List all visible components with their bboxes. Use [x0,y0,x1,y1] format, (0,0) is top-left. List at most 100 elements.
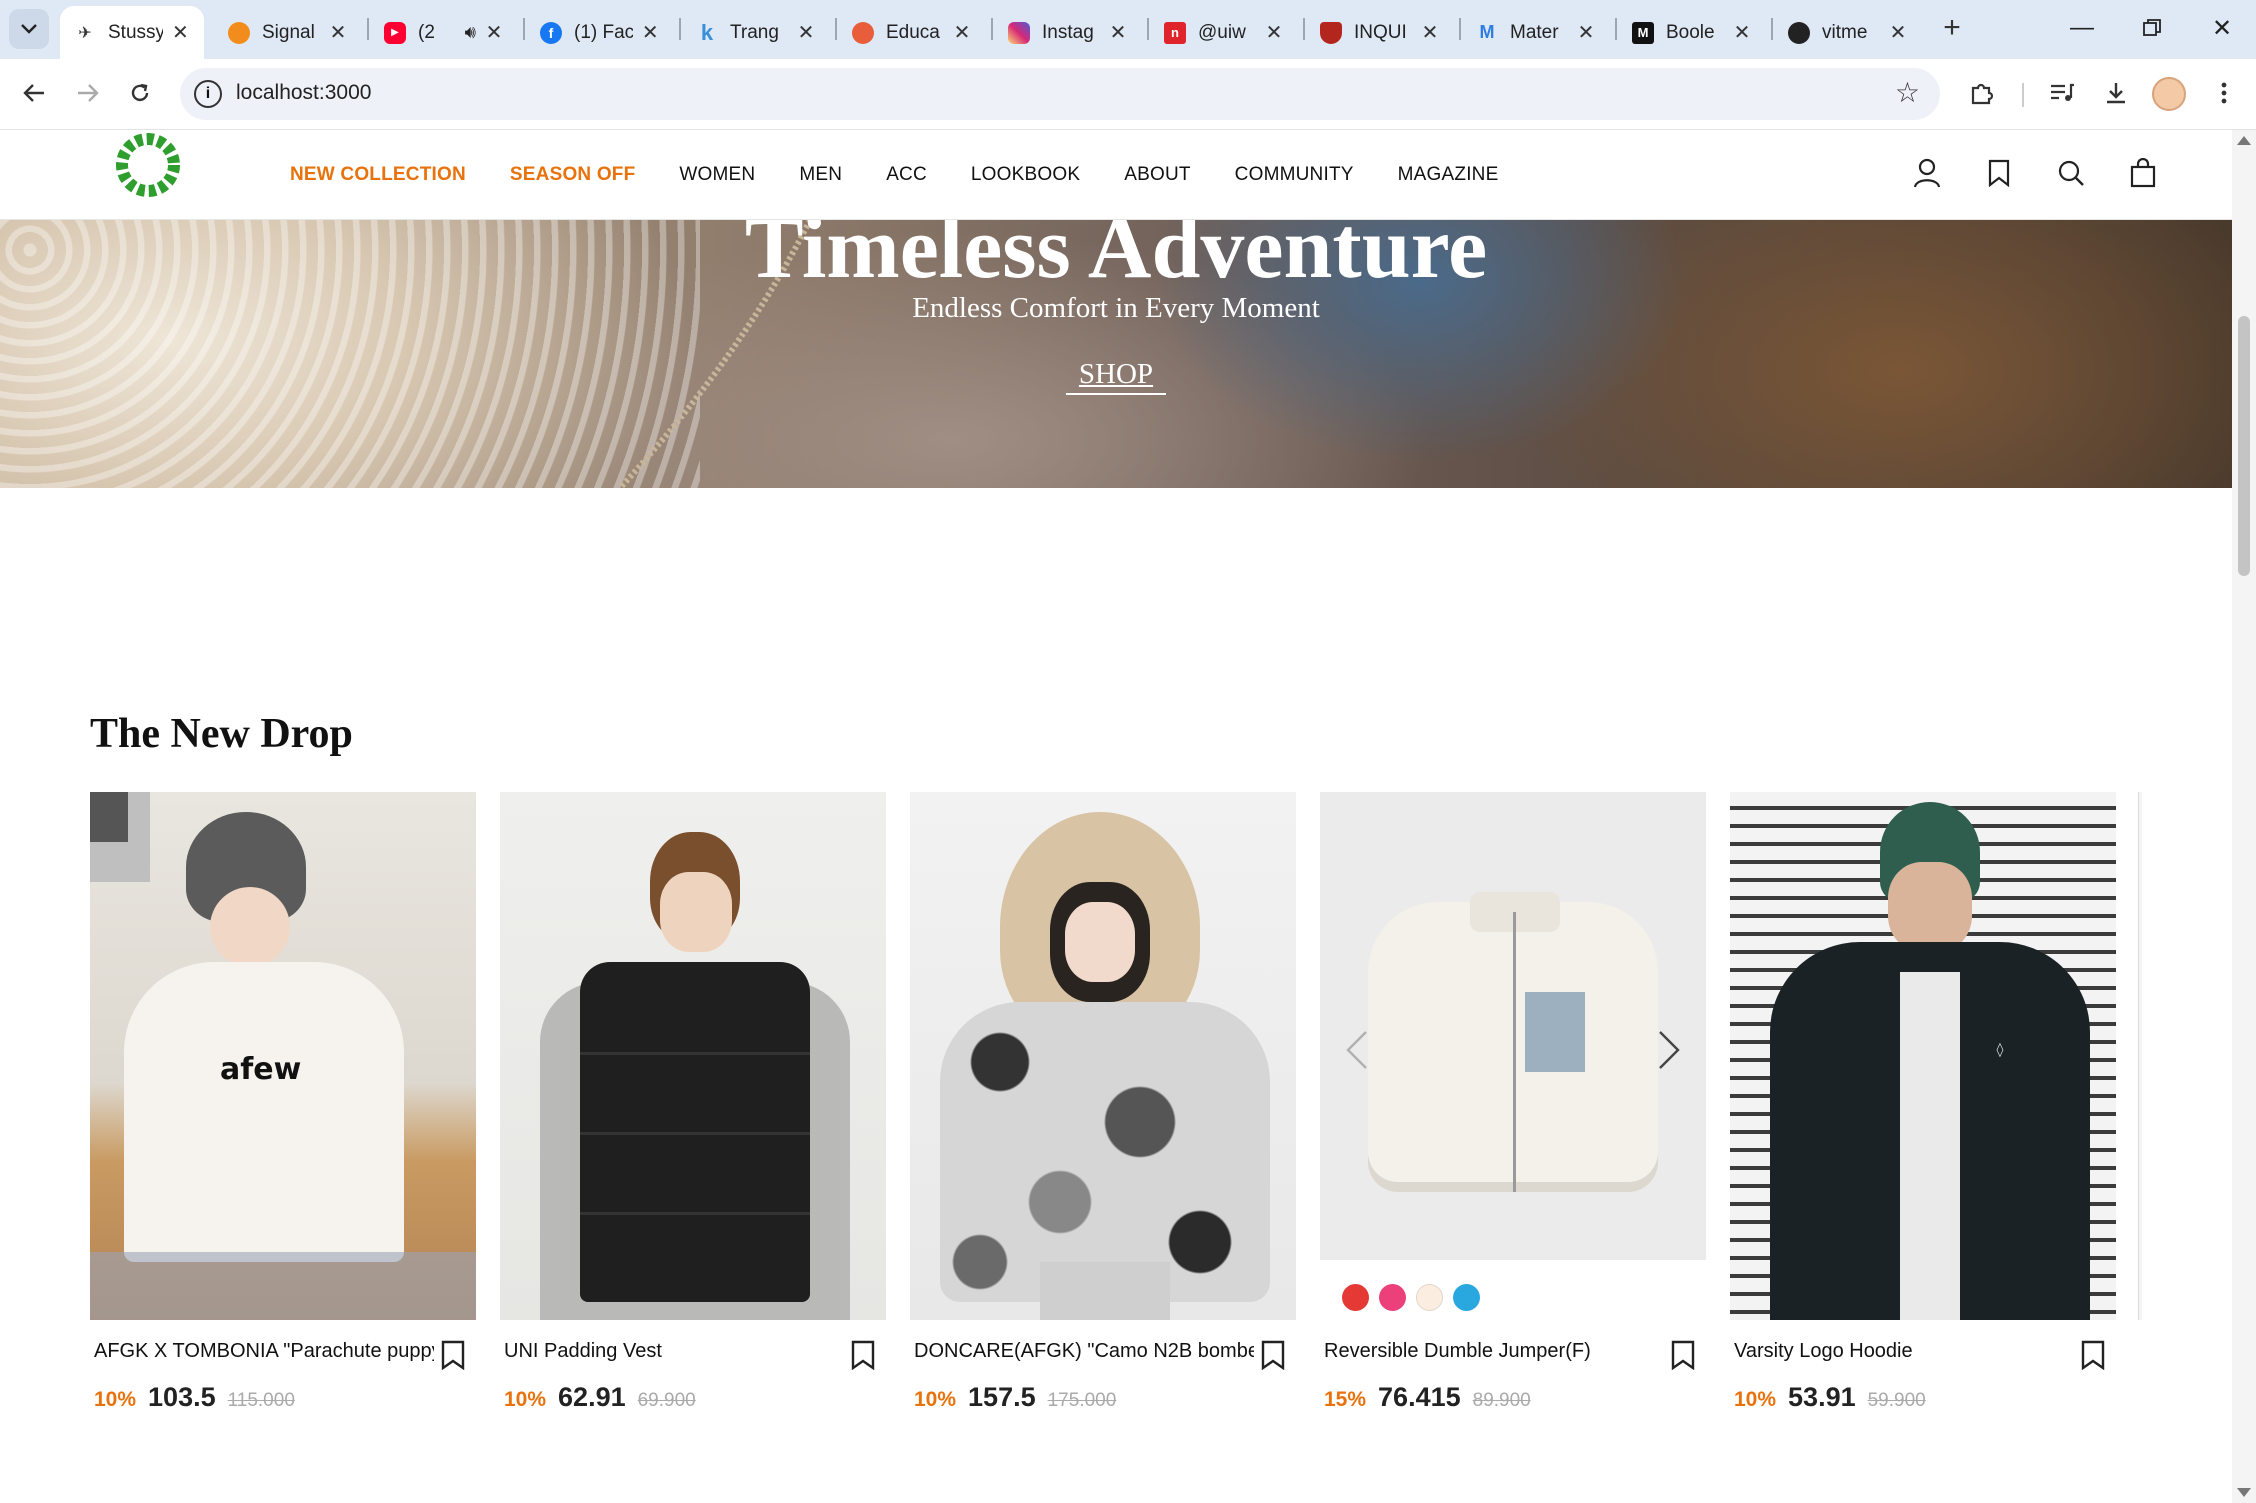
back-button[interactable] [14,73,54,113]
tab-title: vitme [1822,21,1868,43]
sale-price: 157.5 [968,1382,1036,1412]
restore-button[interactable] [2132,8,2172,48]
extensions-button[interactable] [1962,73,2002,113]
tab-education[interactable]: Educa ✕ [838,6,986,59]
tab-instagram[interactable]: Instag ✕ [994,6,1142,59]
reload-button[interactable] [120,73,160,113]
close-icon[interactable]: ✕ [1108,20,1128,45]
speaker-icon[interactable]: 🔊︎ [465,22,476,43]
bookmark-icon[interactable] [1260,1340,1286,1370]
scroll-down-icon[interactable] [2237,1488,2251,1497]
product-name[interactable]: DONCARE(AFGK) "Camo N2B bomber j [914,1340,1254,1363]
color-swatch-cream[interactable] [1416,1284,1443,1311]
price-row: 15% 76.415 89.900 [1324,1382,1531,1413]
reload-icon [131,83,149,102]
bookmark-icon[interactable] [1670,1340,1696,1370]
close-icon[interactable]: ✕ [1264,20,1284,45]
bookmark-star-icon[interactable]: ☆ [1895,76,1920,109]
tab-title: Signal [262,21,315,43]
tab-signal[interactable]: Signal ✕ [214,6,362,59]
tab-separator [679,18,681,40]
page-scrollbar[interactable] [2232,130,2256,1503]
nav-about[interactable]: ABOUT [1124,164,1190,186]
product-name[interactable]: Reversible Dumble Jumper(F) [1324,1340,1664,1363]
close-icon[interactable]: ✕ [1732,20,1752,45]
nav-lookbook[interactable]: LOOKBOOK [971,164,1080,186]
product-name[interactable]: Varsity Logo Hoodie [1734,1340,2074,1363]
chevron-left-icon[interactable] [1342,1028,1372,1072]
nav-season-off[interactable]: SEASON OFF [510,164,636,186]
close-icon[interactable]: ✕ [484,20,504,45]
url-text[interactable]: localhost:3000 [236,81,371,105]
site-header: NEW COLLECTION SEASON OFF WOMEN MEN ACC … [0,130,2232,220]
profile-avatar[interactable] [2152,77,2186,111]
close-icon[interactable]: ✕ [1420,20,1440,45]
product-card[interactable]: ◊ Varsity Logo Hoodie 10% 53.91 59.900 [1730,792,2116,1452]
tab-youtube[interactable]: ▶ (2 🔊︎ ✕ [370,6,518,59]
product-image[interactable]: afew [90,792,476,1320]
tab-search-button[interactable] [9,9,49,49]
close-icon[interactable]: ✕ [328,20,348,45]
color-swatch-blue[interactable] [1453,1284,1480,1311]
address-bar[interactable]: i localhost:3000 ☆ [180,68,1940,120]
nav-magazine[interactable]: MAGAZINE [1398,164,1499,186]
puzzle-icon [1971,83,1994,105]
product-image[interactable] [1320,792,1706,1320]
wishlist-button[interactable] [1982,156,2016,190]
product-name[interactable]: AFGK X TOMBONIA "Parachute puppy [94,1340,434,1363]
brand-logo[interactable] [110,130,186,200]
nav-community[interactable]: COMMUNITY [1235,164,1354,186]
close-icon[interactable]: ✕ [1576,20,1596,45]
product-image[interactable]: ◊ [1730,792,2116,1320]
tab-facebook[interactable]: f (1) Fac ✕ [526,6,674,59]
forward-button[interactable] [68,73,108,113]
close-icon[interactable]: ✕ [796,20,816,45]
color-swatch-red[interactable] [1342,1284,1369,1311]
nav-men[interactable]: MEN [799,164,842,186]
instagram-icon [1008,21,1030,44]
chevron-right-icon[interactable] [1654,1028,1684,1072]
browser-menu-button[interactable] [2204,73,2244,113]
nav-new-collection[interactable]: NEW COLLECTION [290,164,466,186]
scroll-up-icon[interactable] [2237,136,2251,145]
close-window-button[interactable]: ✕ [2202,8,2242,48]
tab-uiw[interactable]: n @uiw ✕ [1150,6,1298,59]
toolbar-divider [2022,83,2024,107]
bookmark-icon[interactable] [440,1340,466,1370]
product-carousel: afew AFGK X TOMBONIA "Parachute puppy 10… [90,792,2142,1452]
product-name[interactable]: UNI Padding Vest [504,1340,844,1363]
restore-icon [2143,19,2161,36]
tab-trang[interactable]: k Trang ✕ [682,6,830,59]
media-controls-button[interactable] [2042,73,2082,113]
downloads-button[interactable] [2096,73,2136,113]
search-button[interactable] [2054,156,2088,190]
scroll-thumb[interactable] [2238,316,2250,576]
site-info-icon[interactable]: i [194,80,222,108]
minimize-button[interactable]: — [2062,8,2102,48]
color-swatch-pink[interactable] [1379,1284,1406,1311]
nav-acc[interactable]: ACC [886,164,927,186]
tab-material[interactable]: M Mater ✕ [1462,6,1610,59]
product-card[interactable]: UNI Padding Vest 10% 62.91 69.900 [500,792,886,1452]
bookmark-icon[interactable] [2080,1340,2106,1370]
sale-price: 76.415 [1378,1382,1461,1412]
product-card[interactable]: Reversible Dumble Jumper(F) 15% 76.415 8… [1320,792,1706,1452]
account-button[interactable] [1910,156,1944,190]
hero-shop-link[interactable]: SHOP [1066,358,1166,395]
product-card[interactable]: DONCARE(AFGK) "Camo N2B bomber j 10% 157… [910,792,1296,1452]
product-image[interactable] [910,792,1296,1320]
nav-women[interactable]: WOMEN [679,164,755,186]
close-icon[interactable]: ✕ [1888,20,1908,45]
bookmark-icon[interactable] [850,1340,876,1370]
cart-button[interactable] [2126,156,2160,190]
new-tab-button[interactable]: + [1934,10,1970,46]
tab-stussy[interactable]: ✈ Stussy ✕ [60,6,204,59]
tab-github[interactable]: vitme ✕ [1774,6,1922,59]
tab-inquiry[interactable]: INQUI ✕ [1306,6,1454,59]
product-card[interactable]: afew AFGK X TOMBONIA "Parachute puppy 10… [90,792,476,1452]
close-icon[interactable]: ✕ [171,20,190,45]
close-icon[interactable]: ✕ [641,20,660,45]
product-image[interactable] [500,792,886,1320]
tab-boolean[interactable]: M Boole ✕ [1618,6,1766,59]
close-icon[interactable]: ✕ [952,20,972,45]
